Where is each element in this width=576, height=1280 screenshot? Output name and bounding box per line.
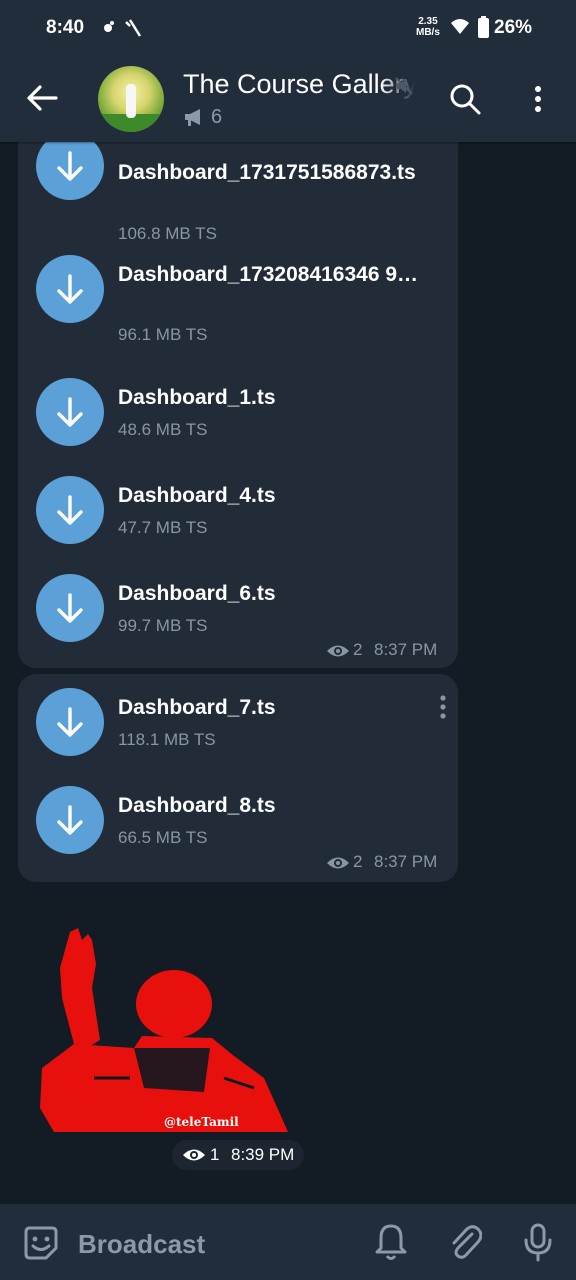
download-icon bbox=[57, 274, 83, 304]
message-time: 8:39 PM bbox=[231, 1145, 295, 1164]
download-icon bbox=[57, 707, 83, 737]
bell-icon[interactable] bbox=[374, 1222, 408, 1262]
file-size: 96.1 MB TS bbox=[118, 325, 208, 344]
wifi-icon bbox=[451, 19, 469, 34]
sticker-image[interactable]: @teleTamil bbox=[34, 928, 294, 1134]
file-name: Dashboard_173208416346 9… bbox=[118, 263, 419, 286]
battery-icon bbox=[478, 16, 489, 38]
file-item[interactable]: Dashboard_173208416346 9… 96.1 MB TS bbox=[36, 255, 456, 344]
megaphone-icon bbox=[185, 109, 200, 126]
broadcast-input[interactable]: Broadcast bbox=[78, 1229, 205, 1260]
download-icon bbox=[57, 495, 83, 525]
download-button[interactable] bbox=[36, 574, 104, 642]
more-vert-icon[interactable] bbox=[526, 82, 550, 116]
file-name: Dashboard_8.ts bbox=[118, 794, 276, 817]
bottom-bar: Broadcast bbox=[0, 1204, 576, 1280]
file-size: 106.8 MB TS bbox=[118, 224, 217, 243]
paperclip-icon[interactable] bbox=[448, 1222, 482, 1262]
speed-value: 2.35 bbox=[418, 16, 438, 27]
sticker-watermark: @teleTamil bbox=[164, 1115, 239, 1129]
file-size: 118.1 MB TS bbox=[118, 730, 216, 749]
file-name: Dashboard_1.ts bbox=[118, 386, 276, 409]
battery-percent: 26% bbox=[494, 17, 533, 38]
emoji-icon[interactable] bbox=[22, 1224, 60, 1262]
file-name: Dashboard_4.ts bbox=[118, 484, 276, 507]
message-bubble[interactable]: Dashboard_7.ts 118.1 MB TS Dashboard_8.t… bbox=[18, 674, 458, 882]
download-button[interactable] bbox=[36, 255, 104, 323]
network-speed: 2.35 MB/s bbox=[416, 16, 440, 38]
view-count: 2 bbox=[353, 640, 363, 659]
mic-icon[interactable] bbox=[522, 1222, 554, 1262]
file-size: 48.6 MB TS bbox=[118, 420, 208, 439]
sticker-meta: 1 8:39 PM bbox=[172, 1140, 304, 1170]
download-button[interactable] bbox=[36, 378, 104, 446]
search-icon[interactable] bbox=[448, 82, 482, 116]
file-item[interactable]: Dashboard_1.ts 48.6 MB TS bbox=[36, 378, 456, 458]
message-bubble[interactable]: Dashboard_1731751586873.ts 106.8 MB TS D… bbox=[18, 110, 458, 668]
eye-icon bbox=[327, 645, 349, 657]
download-button[interactable] bbox=[36, 132, 104, 200]
download-button[interactable] bbox=[36, 476, 104, 544]
eye-icon bbox=[183, 1149, 205, 1161]
notification-icons bbox=[104, 19, 142, 37]
download-icon bbox=[57, 397, 83, 427]
channel-title[interactable]: The Course Gallery bbox=[183, 69, 415, 100]
message-time: 8:37 PM bbox=[374, 852, 438, 871]
download-button[interactable] bbox=[36, 688, 104, 756]
avatar-figure bbox=[126, 84, 136, 118]
file-size: 47.7 MB TS bbox=[118, 518, 208, 537]
file-size: 99.7 MB TS bbox=[118, 616, 208, 635]
eye-icon bbox=[327, 857, 349, 869]
download-icon bbox=[57, 805, 83, 835]
file-name: Dashboard_6.ts bbox=[118, 582, 276, 605]
file-name: Dashboard_7.ts bbox=[118, 696, 276, 719]
download-icon bbox=[57, 593, 83, 623]
file-item[interactable]: Dashboard_4.ts 47.7 MB TS bbox=[36, 476, 456, 556]
channel-avatar[interactable] bbox=[98, 66, 164, 132]
message-meta: 2 8:37 PM bbox=[326, 852, 442, 874]
chat-header: The Course Gallery 6 bbox=[0, 56, 576, 142]
download-button[interactable] bbox=[36, 786, 104, 854]
back-arrow-icon[interactable] bbox=[24, 83, 60, 113]
file-item[interactable]: Dashboard_1731751586873.ts 106.8 MB TS bbox=[36, 132, 456, 243]
file-size: 66.5 MB TS bbox=[118, 828, 208, 847]
status-time: 8:40 bbox=[46, 17, 85, 38]
view-count: 1 bbox=[210, 1145, 220, 1164]
mute-icon bbox=[395, 77, 413, 95]
speed-unit: MB/s bbox=[416, 27, 440, 38]
file-item[interactable]: Dashboard_7.ts 118.1 MB TS bbox=[36, 688, 456, 768]
status-bar: 8:40 2.35 MB/s 26% bbox=[0, 0, 576, 56]
file-name: Dashboard_1731751586873.ts bbox=[118, 161, 416, 184]
message-meta: 2 8:37 PM bbox=[326, 640, 442, 662]
message-time: 8:37 PM bbox=[374, 640, 438, 659]
view-count: 2 bbox=[353, 852, 363, 871]
download-icon bbox=[57, 151, 83, 181]
subscriber-count: 6 bbox=[211, 106, 223, 128]
